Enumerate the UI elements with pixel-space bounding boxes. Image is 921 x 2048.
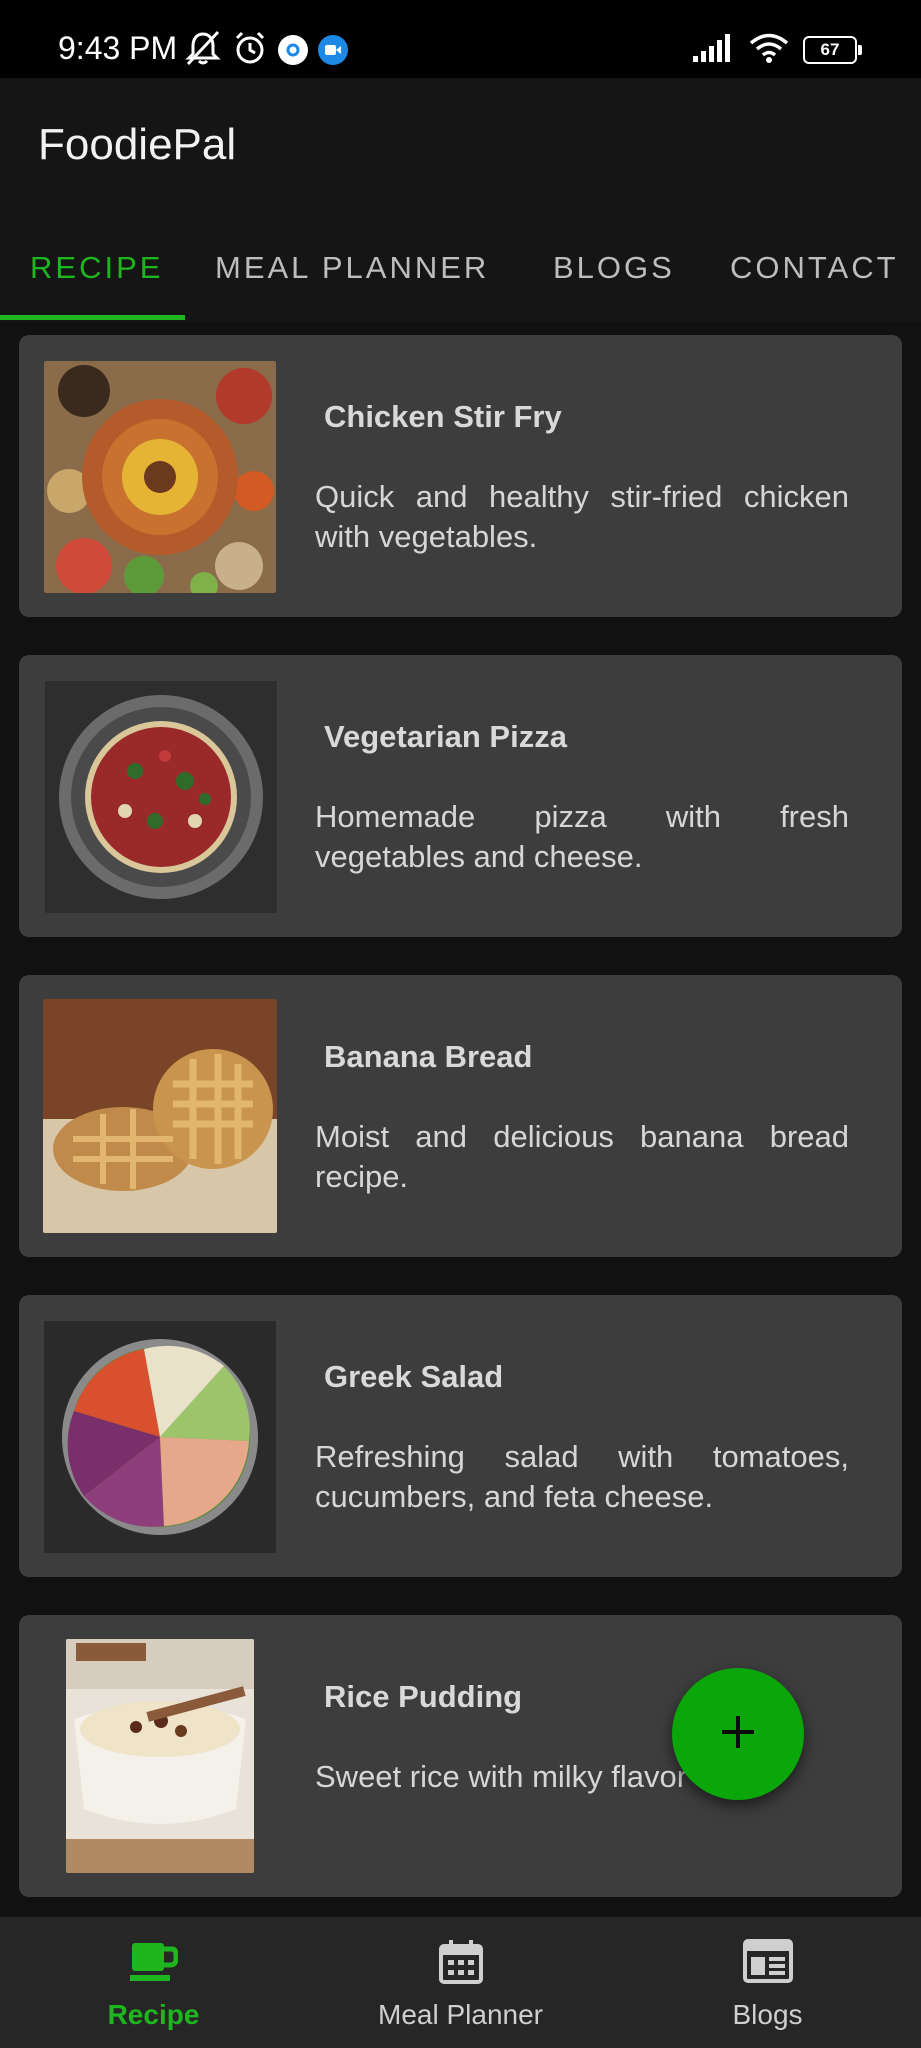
calendar-icon xyxy=(438,1939,484,1990)
app-bar: FoodiePal xyxy=(0,78,921,208)
tab-indicator xyxy=(0,315,185,320)
app-title: FoodiePal xyxy=(38,120,237,169)
nav-item-meal-planner[interactable]: Meal Planner xyxy=(307,1917,614,2048)
battery-level: 67 xyxy=(820,40,840,59)
muted-bell-icon xyxy=(184,30,222,71)
status-icons-right: 67 xyxy=(693,32,862,68)
feast-platter-image xyxy=(44,361,276,593)
nav-label: Blogs xyxy=(732,1999,803,2030)
recipe-card[interactable]: Greek Salad Refreshing salad with tomato… xyxy=(19,1295,902,1577)
salad-bowl-image xyxy=(44,1321,276,1553)
recipe-title: Greek Salad xyxy=(324,1359,504,1394)
video-badge-icon xyxy=(318,35,348,65)
bottom-nav: Recipe Meal Planner Blogs xyxy=(0,1917,921,2048)
battery-icon: 67 xyxy=(803,36,862,64)
add-recipe-button[interactable] xyxy=(672,1668,804,1800)
recipe-card[interactable]: Banana Bread Moist and delicious banana … xyxy=(19,975,902,1257)
settings-badge-icon xyxy=(278,35,308,65)
tab-bar: RECIPE MEAL PLANNER BLOGS CONTACT xyxy=(0,208,921,322)
recipe-title: Vegetarian Pizza xyxy=(324,719,567,754)
recipe-title: Banana Bread xyxy=(324,1039,533,1074)
recipe-description: Homemade pizza with fresh vegetables and… xyxy=(315,799,849,874)
tab-contact[interactable]: CONTACT xyxy=(730,250,899,286)
recipe-list[interactable]: Chicken Stir Fry Quick and healthy stir-… xyxy=(0,322,921,1914)
tab-blogs[interactable]: BLOGS xyxy=(553,250,675,286)
status-icons-left xyxy=(184,30,348,71)
recipe-title: Rice Pudding xyxy=(324,1679,523,1714)
pizza-image xyxy=(45,681,277,913)
recipe-card[interactable]: Vegetarian Pizza Homemade pizza with fre… xyxy=(19,655,902,937)
signal-icon xyxy=(693,33,735,67)
tab-recipe[interactable]: RECIPE xyxy=(30,250,163,286)
recipe-description: Moist and delicious banana bread recipe. xyxy=(315,1119,849,1194)
recipe-card[interactable]: Chicken Stir Fry Quick and healthy stir-… xyxy=(19,335,902,617)
recipe-title: Chicken Stir Fry xyxy=(324,399,562,434)
recipe-description: Refreshing salad with tomatoes, cucumber… xyxy=(315,1439,849,1514)
status-bar: 9:43 PM 67 xyxy=(0,0,921,78)
nav-label: Meal Planner xyxy=(378,1999,543,2030)
nav-item-blogs[interactable]: Blogs xyxy=(614,1917,921,2048)
status-time: 9:43 PM xyxy=(58,30,178,66)
tab-meal-planner[interactable]: MEAL PLANNER xyxy=(215,250,489,286)
cup-icon xyxy=(129,1939,178,1988)
rice-pudding-image xyxy=(66,1639,254,1873)
pastry-image xyxy=(43,999,277,1233)
alarm-icon xyxy=(232,30,268,71)
wifi-icon xyxy=(749,33,789,68)
newspaper-icon xyxy=(742,1939,793,1988)
nav-item-recipe[interactable]: Recipe xyxy=(0,1917,307,2048)
recipe-description: Quick and healthy stir-fried chicken wit… xyxy=(315,479,849,554)
plus-icon xyxy=(719,1713,757,1756)
nav-label: Recipe xyxy=(107,1999,200,2030)
